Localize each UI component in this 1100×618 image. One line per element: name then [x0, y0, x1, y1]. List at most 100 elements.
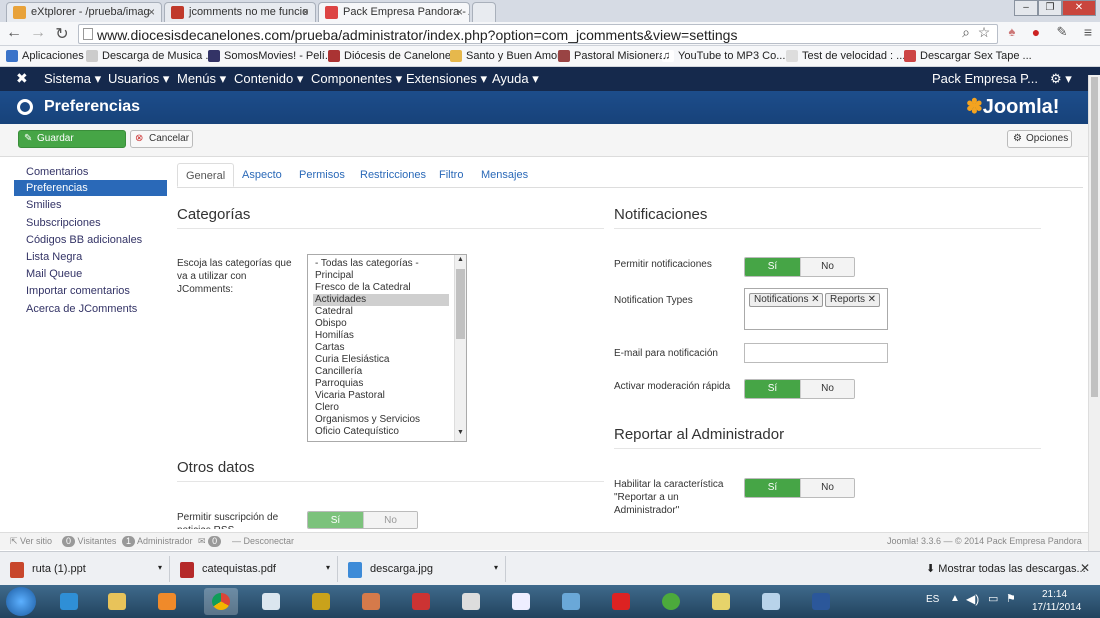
sidebar-item-acerca[interactable]: Acerca de JComments: [14, 301, 167, 317]
download-item-ppt[interactable]: ruta (1).ppt ▾: [0, 556, 170, 582]
chevron-down-icon[interactable]: ▾: [158, 563, 162, 572]
back-arrow-icon[interactable]: ←: [4, 24, 24, 42]
category-option[interactable]: Homilías: [313, 330, 449, 342]
volume-icon[interactable]: ◀): [966, 592, 979, 606]
minimize-icon[interactable]: –: [1014, 0, 1038, 16]
download-item-pdf[interactable]: catequistas.pdf ▾: [170, 556, 338, 582]
scroll-thumb[interactable]: [1091, 77, 1098, 397]
menu-contenido[interactable]: Contenido ▾: [234, 71, 303, 87]
email-notification-input[interactable]: [744, 343, 888, 363]
taskbar-app-9[interactable]: [454, 588, 488, 615]
tab-general[interactable]: General: [177, 163, 235, 187]
toggle-yes[interactable]: Sí: [745, 258, 800, 276]
notification-types-select[interactable]: Notifications ✕ Reports ✕: [744, 288, 888, 330]
categories-multiselect[interactable]: - Todas las categorías - Principal Fresc…: [307, 254, 467, 442]
toggle-yes[interactable]: Sí: [745, 380, 800, 398]
url-bar[interactable]: www.diocesisdecanelones.com/prueba/admin…: [78, 24, 998, 44]
remove-chip-icon[interactable]: ✕: [811, 294, 819, 306]
rss-toggle[interactable]: Sí No: [307, 511, 418, 529]
category-option[interactable]: Principal: [313, 270, 449, 282]
forward-arrow-icon[interactable]: →: [28, 24, 48, 42]
browser-tab-pandora[interactable]: Pack Empresa Pandora - A ×: [318, 2, 470, 22]
logout-link[interactable]: — Desconectar: [232, 536, 294, 546]
toggle-no[interactable]: No: [800, 380, 854, 398]
tab-mensajes[interactable]: Mensajes: [473, 163, 536, 187]
close-icon[interactable]: ×: [456, 5, 463, 19]
category-option[interactable]: Cancillería: [313, 366, 449, 378]
page-scrollbar[interactable]: [1088, 75, 1100, 551]
menu-ayuda[interactable]: Ayuda ▾: [492, 71, 539, 87]
flag-icon[interactable]: ⚑: [1006, 592, 1016, 605]
category-option[interactable]: Clero: [313, 402, 449, 414]
toggle-no[interactable]: No: [363, 512, 417, 528]
menu-icon[interactable]: ≡: [1078, 24, 1098, 40]
search-icon[interactable]: ⌕: [956, 24, 976, 41]
menu-componentes[interactable]: Componentes ▾: [311, 71, 402, 87]
view-site-link[interactable]: ⇱ Ver sitio: [10, 536, 52, 547]
new-tab-button[interactable]: [472, 2, 496, 22]
sidebar-item-lista-negra[interactable]: Lista Negra: [14, 249, 167, 265]
sidebar-item-smilies[interactable]: Smilies: [14, 197, 167, 213]
quick-moderation-toggle[interactable]: Sí No: [744, 379, 855, 399]
notifications-toggle[interactable]: Sí No: [744, 257, 855, 277]
taskbar-media[interactable]: [150, 588, 184, 615]
taskbar-chrome[interactable]: [204, 588, 238, 615]
category-option[interactable]: - Todas las categorías -: [313, 258, 449, 270]
browser-tab-extplorer[interactable]: eXtplorer - /prueba/imag ×: [6, 2, 162, 22]
sidebar-item-importar[interactable]: Importar comentarios: [14, 283, 167, 299]
extension-icon[interactable]: ♠: [1002, 24, 1022, 39]
taskbar-word[interactable]: [804, 588, 838, 615]
scroll-up-icon[interactable]: ▲: [457, 256, 464, 263]
bookmark-somosmovies[interactable]: SomosMovies! - Pelí...: [208, 50, 334, 62]
toggle-yes[interactable]: Sí: [308, 512, 363, 528]
clock-time[interactable]: 21:14: [1042, 589, 1067, 600]
tab-aspecto[interactable]: Aspecto: [234, 163, 290, 187]
menu-sistema[interactable]: Sistema ▾: [44, 71, 101, 87]
taskbar-fireworks[interactable]: [304, 588, 338, 615]
tab-permisos[interactable]: Permisos: [291, 163, 353, 187]
chevron-down-icon[interactable]: ▾: [326, 563, 330, 572]
category-option[interactable]: Curia Elesiástica: [313, 354, 449, 366]
sidebar-item-mail-queue[interactable]: Mail Queue: [14, 266, 167, 282]
window-close-icon[interactable]: ✕: [1062, 0, 1096, 16]
menu-menus[interactable]: Menús ▾: [177, 71, 226, 87]
joomla-logo-icon[interactable]: ✖: [16, 70, 28, 87]
opera-extension-icon[interactable]: ●: [1026, 24, 1046, 40]
bookmark-santo[interactable]: Santo y Buen Amor: [450, 50, 561, 62]
site-name-link[interactable]: Pack Empresa P...: [932, 71, 1038, 86]
taskbar-ie[interactable]: [52, 588, 86, 615]
scroll-down-icon[interactable]: ▼: [457, 429, 464, 436]
bookmark-youtube-mp3[interactable]: ♫ YouTube to MP3 Co...: [662, 50, 785, 62]
category-option[interactable]: Cartas: [313, 342, 449, 354]
bookmark-musica[interactable]: Descarga de Musica ...: [86, 50, 215, 62]
category-option[interactable]: Oficio Catequístico: [313, 426, 449, 438]
sidebar-item-comentarios[interactable]: Comentarios: [14, 164, 167, 180]
user-gear-icon[interactable]: ⚙ ▾: [1050, 71, 1072, 87]
sidebar-item-subscripciones[interactable]: Subscripciones: [14, 215, 167, 231]
reload-icon[interactable]: ↻: [52, 24, 72, 44]
toggle-no[interactable]: No: [800, 258, 854, 276]
tools-icon[interactable]: ✎: [1052, 24, 1072, 40]
taskbar-app-7[interactable]: [354, 588, 388, 615]
windows-start-icon[interactable]: [6, 587, 36, 616]
remove-chip-icon[interactable]: ✕: [868, 294, 876, 306]
sidebar-item-preferencias[interactable]: Preferencias: [14, 180, 167, 196]
clock-date[interactable]: 17/11/2014: [1032, 602, 1081, 613]
category-option[interactable]: Fresco de la Catedral: [313, 282, 449, 294]
tab-restricciones[interactable]: Restricciones: [352, 163, 434, 187]
show-all-downloads-link[interactable]: ⬇ Mostrar todas las descargas...: [926, 562, 1086, 575]
category-option[interactable]: Organismos y Servicios: [313, 414, 449, 426]
language-indicator[interactable]: ES: [926, 594, 939, 605]
taskbar-calc[interactable]: [254, 588, 288, 615]
category-option[interactable]: Parroquias: [313, 378, 449, 390]
chevron-down-icon[interactable]: ▾: [494, 563, 498, 572]
category-option[interactable]: Catedral: [313, 306, 449, 318]
bookmark-apps[interactable]: Aplicaciones: [6, 50, 84, 62]
close-icon[interactable]: ×: [302, 5, 309, 19]
taskbar-app-8[interactable]: [404, 588, 438, 615]
menu-extensiones[interactable]: Extensiones ▾: [406, 71, 487, 87]
cancel-button[interactable]: ⊗ Cancelar: [130, 130, 193, 148]
toggle-yes[interactable]: Sí: [745, 479, 800, 497]
tab-filtro[interactable]: Filtro: [431, 163, 471, 187]
bookmark-pastoral[interactable]: Pastoral Misionera: [558, 50, 665, 62]
